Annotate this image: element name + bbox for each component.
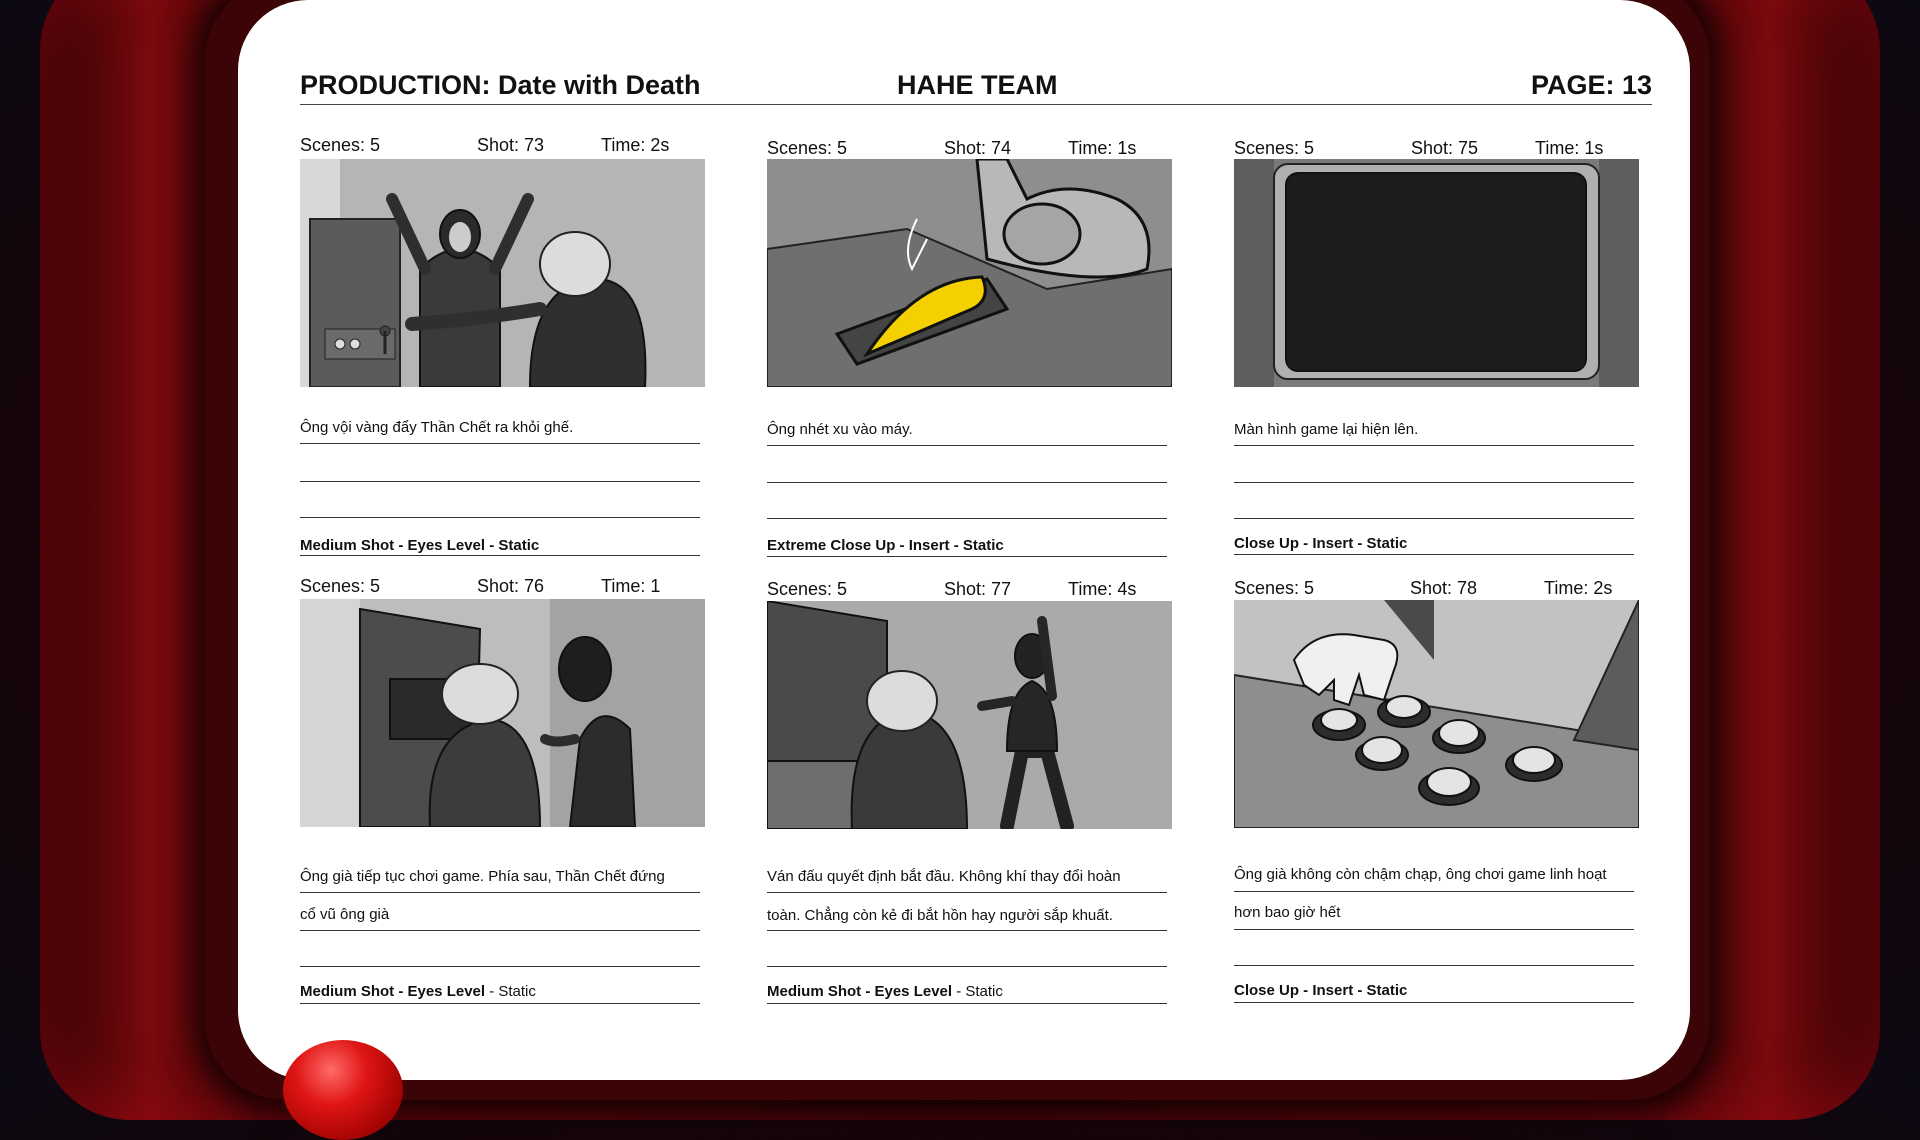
storyboard-panel: Scenes: 5 Shot: 76 Time: 1 Ông già tiếp …	[300, 576, 705, 1006]
shot-image	[767, 601, 1172, 829]
shot-image	[1234, 600, 1639, 828]
storyboard-panel: Scenes: 5 Shot: 73 Time: 2s Ông vội vàng…	[300, 135, 705, 556]
shot-image	[300, 599, 705, 827]
line-rule	[767, 556, 1167, 557]
line-rule	[1234, 965, 1634, 966]
line-rule	[1234, 1002, 1634, 1003]
panel-meta: Scenes: 5 Shot: 78 Time: 2s	[1234, 578, 1639, 602]
page-number: PAGE: 13	[1530, 70, 1652, 100]
line-rule	[1234, 518, 1634, 519]
scene-label: Scenes: 5	[300, 135, 381, 155]
line-rule	[1234, 929, 1634, 930]
line-rule	[767, 966, 1167, 967]
production-title: PRODUCTION: Date with Death	[300, 70, 701, 100]
shot-description-line-1: Ông già tiếp tục chơi game. Phía sau, Th…	[300, 868, 665, 885]
shot-description-line-1: Ông nhét xu vào máy.	[767, 421, 913, 438]
scene-label: Scenes: 5	[767, 579, 848, 599]
storyboard-panel: Scenes: 5 Shot: 78 Time: 2s Ông già khôn…	[1234, 578, 1639, 1008]
shot-label: Shot: 77	[944, 579, 1012, 599]
scene-label: Scenes: 5	[300, 576, 381, 596]
storyboard-panel: Scenes: 5 Shot: 74 Time: 1s Ông nhét xu …	[767, 138, 1172, 558]
time-label: Time: 2s	[1544, 578, 1613, 598]
line-rule	[767, 482, 1167, 483]
shot-image	[767, 159, 1172, 387]
header-divider	[300, 104, 1652, 105]
camera-spec: Close Up - Insert - Static	[1234, 982, 1408, 999]
shot-description-line-1: Ông vội vàng đẩy Thần Chết ra khỏi ghế.	[300, 419, 574, 436]
storyboard-panel: Scenes: 5 Shot: 75 Time: 1s Màn hình gam…	[1234, 138, 1639, 558]
line-rule	[300, 1003, 700, 1004]
shot-label: Shot: 75	[1411, 138, 1479, 158]
team-name: HAHE TEAM	[897, 70, 1058, 100]
line-rule	[1234, 891, 1634, 892]
line-rule	[767, 930, 1167, 931]
panel-meta: Scenes: 5 Shot: 77 Time: 4s	[767, 579, 1172, 603]
line-rule	[767, 892, 1167, 893]
time-label: Time: 2s	[601, 135, 670, 155]
storyboard-panel: Scenes: 5 Shot: 77 Time: 4s Ván đấu quyế…	[767, 579, 1172, 1009]
time-label: Time: 1s	[1535, 138, 1604, 158]
panel-meta: Scenes: 5 Shot: 73 Time: 2s	[300, 135, 705, 159]
time-label: Time: 1	[601, 576, 661, 596]
camera-spec: Medium Shot - Eyes Level - Static	[300, 983, 536, 1000]
line-rule	[1234, 445, 1634, 446]
line-rule	[300, 443, 700, 444]
shot-description-line-2: cổ vũ ông già	[300, 906, 390, 923]
shot-label: Shot: 76	[477, 576, 545, 596]
scene-label: Scenes: 5	[767, 138, 848, 158]
scene-label: Scenes: 5	[1234, 138, 1315, 158]
shot-description-line-1: Ván đấu quyết định bắt đầu. Không khí th…	[767, 868, 1121, 885]
camera-spec: Medium Shot - Eyes Level - Static	[767, 983, 1003, 1000]
line-rule	[300, 517, 700, 518]
camera-spec: Extreme Close Up - Insert - Static	[767, 537, 1004, 554]
time-label: Time: 1s	[1068, 138, 1137, 158]
line-rule	[767, 1003, 1167, 1004]
shot-description-line-2: toàn. Chẳng còn kẻ đi bắt hồn hay người …	[767, 907, 1113, 924]
camera-spec: Close Up - Insert - Static	[1234, 535, 1408, 552]
panel-meta: Scenes: 5 Shot: 76 Time: 1	[300, 576, 705, 600]
shot-label: Shot: 73	[477, 135, 545, 155]
line-rule	[767, 518, 1167, 519]
scene-label: Scenes: 5	[1234, 578, 1315, 598]
shot-description-line-1: Màn hình game lại hiện lên.	[1234, 421, 1419, 438]
line-rule	[300, 892, 700, 893]
time-label: Time: 4s	[1068, 579, 1137, 599]
line-rule	[1234, 554, 1634, 555]
shot-description-line-2: hơn bao giờ hết	[1234, 904, 1341, 921]
line-rule	[300, 481, 700, 482]
camera-spec: Medium Shot - Eyes Level - Static	[300, 537, 540, 554]
shot-description-line-1: Ông già không còn chậm chạp, ông chơi ga…	[1234, 866, 1607, 883]
arcade-red-button	[283, 1040, 403, 1140]
line-rule	[1234, 482, 1634, 483]
shot-image	[1234, 159, 1639, 387]
line-rule	[300, 930, 700, 931]
shot-label: Shot: 74	[944, 138, 1012, 158]
shot-image	[300, 159, 705, 387]
shot-label: Shot: 78	[1410, 578, 1478, 598]
line-rule	[767, 445, 1167, 446]
line-rule	[300, 555, 700, 556]
line-rule	[300, 966, 700, 967]
